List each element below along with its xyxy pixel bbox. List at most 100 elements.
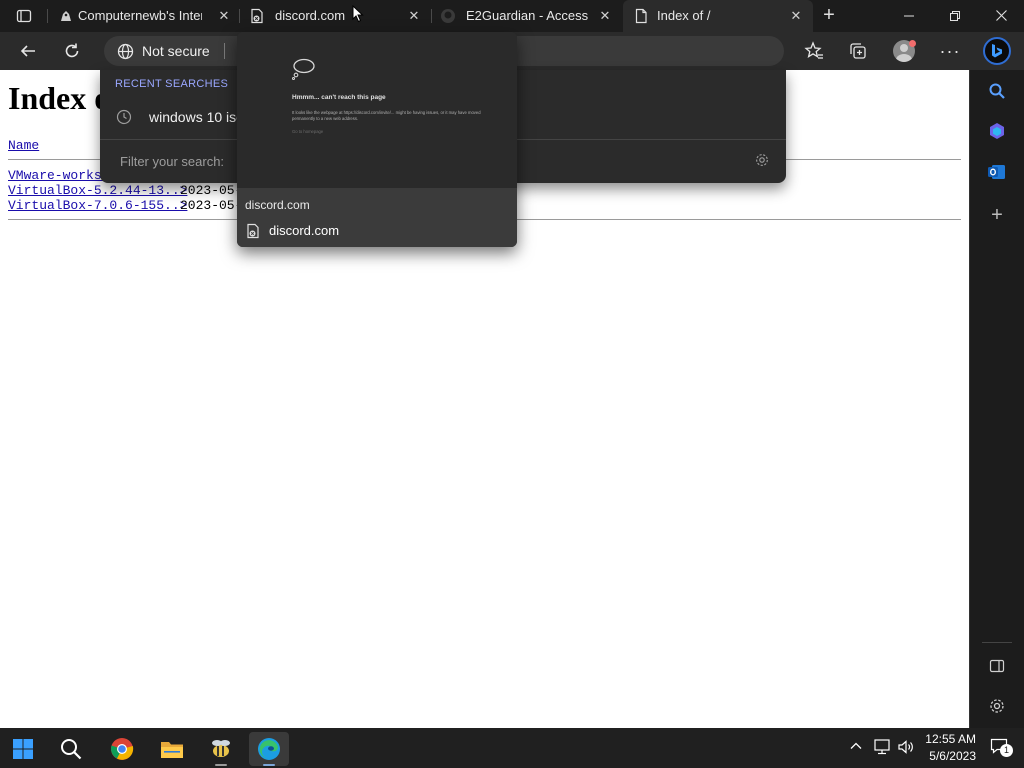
sidebar-add-button[interactable]: + — [983, 201, 1011, 229]
network-button[interactable] — [873, 738, 893, 758]
settings-more-button[interactable]: ··· — [935, 36, 965, 66]
bing-icon — [983, 37, 1011, 65]
taskbar-search-button[interactable] — [51, 732, 91, 766]
broken-page-icon — [247, 223, 259, 239]
minimize-icon — [904, 15, 914, 17]
preview-url: discord.com — [269, 223, 340, 238]
speaker-icon — [898, 740, 913, 754]
file-date: 2023-05- — [180, 198, 243, 213]
new-tab-button[interactable]: + — [817, 4, 841, 28]
taskbar-chrome-button[interactable] — [102, 732, 142, 766]
search-icon — [989, 83, 1005, 99]
tab-title: E2Guardian - Access De — [466, 8, 592, 23]
thought-bubble-icon — [292, 58, 315, 80]
file-link[interactable]: VMware-workst — [8, 168, 109, 183]
tab-separator — [431, 9, 432, 23]
windows-taskbar: 12:55 AM 5/6/2023 1 — [0, 728, 1024, 768]
tab-title: discord.com — [275, 8, 346, 23]
taskbar-app-button[interactable] — [201, 732, 241, 766]
pen-icon — [61, 11, 71, 21]
tab-actions-icon — [16, 9, 32, 23]
sidebar-settings-button[interactable] — [983, 692, 1011, 720]
tab-separator — [239, 9, 240, 23]
column-header-name[interactable]: Name — [8, 138, 39, 153]
tab-actions-button[interactable] — [10, 6, 38, 26]
search-icon — [61, 739, 82, 760]
suggestion-text: windows 10 iso — [149, 109, 244, 125]
filter-search-input[interactable]: Filter your search: — [120, 154, 224, 169]
clock-date: 5/6/2023 — [929, 749, 976, 763]
tab-discord[interactable]: discord.com ✕ — [241, 0, 429, 32]
windows-logo-icon — [13, 739, 33, 759]
history-icon — [116, 109, 132, 125]
restore-icon — [950, 11, 960, 21]
sidebar-outlook-button[interactable] — [983, 158, 1011, 186]
bing-button[interactable] — [982, 36, 1012, 66]
sidebar-search-button[interactable] — [983, 77, 1011, 105]
broken-page-icon — [251, 8, 263, 24]
chevron-up-icon — [850, 742, 862, 749]
restore-button[interactable] — [932, 0, 978, 32]
address-divider — [224, 43, 225, 59]
gear-icon[interactable] — [754, 152, 770, 168]
preview-error-title: Hmmm... can't reach this page — [292, 94, 386, 101]
close-icon[interactable]: ✕ — [788, 8, 804, 24]
start-button[interactable] — [3, 732, 43, 766]
collections-button[interactable] — [843, 36, 873, 66]
preview-title: discord.com — [245, 198, 310, 212]
chrome-icon — [111, 738, 134, 760]
outlook-icon — [988, 165, 1005, 179]
profile-button[interactable] — [889, 36, 919, 66]
security-label[interactable]: Not secure — [142, 43, 210, 59]
refresh-button[interactable] — [57, 36, 87, 66]
minimize-button[interactable] — [886, 0, 932, 32]
status-badge — [909, 40, 916, 47]
close-icon[interactable]: ✕ — [597, 8, 613, 24]
arrow-left-icon — [20, 45, 35, 57]
file-link[interactable]: VirtualBox-7.0.6-155..> — [8, 198, 187, 213]
github-icon — [441, 9, 455, 23]
tab-index-of[interactable]: Index of / ✕ — [623, 0, 813, 32]
edge-sidebar: + — [969, 70, 1024, 728]
preview-error-body: It looks like the webpage at https://dis… — [292, 110, 481, 121]
tab-title: Computernewb's Interr — [78, 8, 202, 23]
folder-icon — [161, 742, 183, 758]
favorites-button[interactable] — [799, 36, 829, 66]
sidebar-divider — [982, 642, 1012, 643]
plus-icon: + — [991, 203, 1003, 226]
file-date: 2023-05- — [180, 183, 243, 198]
volume-button[interactable] — [897, 738, 917, 758]
collections-icon — [850, 43, 866, 59]
notification-count: 1 — [1000, 744, 1013, 757]
more-icon: ··· — [939, 40, 961, 61]
taskbar-edge-button[interactable] — [249, 732, 289, 766]
close-window-button[interactable] — [978, 0, 1024, 32]
mouse-cursor-icon — [352, 5, 364, 23]
sidebar-hide-button[interactable] — [983, 652, 1011, 680]
copilot-icon — [990, 123, 1004, 139]
edge-icon — [258, 738, 280, 760]
tab-strip: Computernewb's Interr ✕ discord.com ✕ E2… — [0, 0, 1024, 32]
preview-thumbnail: Hmmm... can't reach this page It looks l… — [237, 32, 517, 188]
refresh-icon — [65, 43, 79, 58]
globe-icon — [117, 43, 134, 60]
tab-computernewb[interactable]: Computernewb's Interr ✕ — [50, 0, 238, 32]
show-hidden-icons-button[interactable] — [849, 739, 867, 757]
system-clock[interactable]: 12:55 AM 5/6/2023 — [916, 731, 976, 765]
tab-title: Index of / — [657, 8, 711, 23]
tab-e2guardian[interactable]: E2Guardian - Access De ✕ — [433, 0, 621, 32]
running-indicator — [215, 764, 227, 766]
tab-separator — [47, 9, 48, 23]
sidebar-panel-icon — [989, 659, 1005, 673]
clock-time: 12:55 AM — [925, 732, 976, 746]
back-button[interactable] — [13, 36, 43, 66]
sidebar-copilot-button[interactable] — [983, 117, 1011, 145]
close-icon[interactable]: ✕ — [406, 8, 422, 24]
tab-hover-preview: Hmmm... can't reach this page It looks l… — [237, 32, 517, 247]
preview-footer: discord.com discord.com — [237, 188, 517, 247]
file-link[interactable]: VirtualBox-5.2.44-13..> — [8, 183, 187, 198]
close-icon[interactable]: ✕ — [216, 8, 232, 24]
taskbar-file-explorer-button[interactable] — [152, 732, 192, 766]
notification-button[interactable]: 1 — [990, 738, 1014, 758]
network-icon — [874, 739, 890, 755]
